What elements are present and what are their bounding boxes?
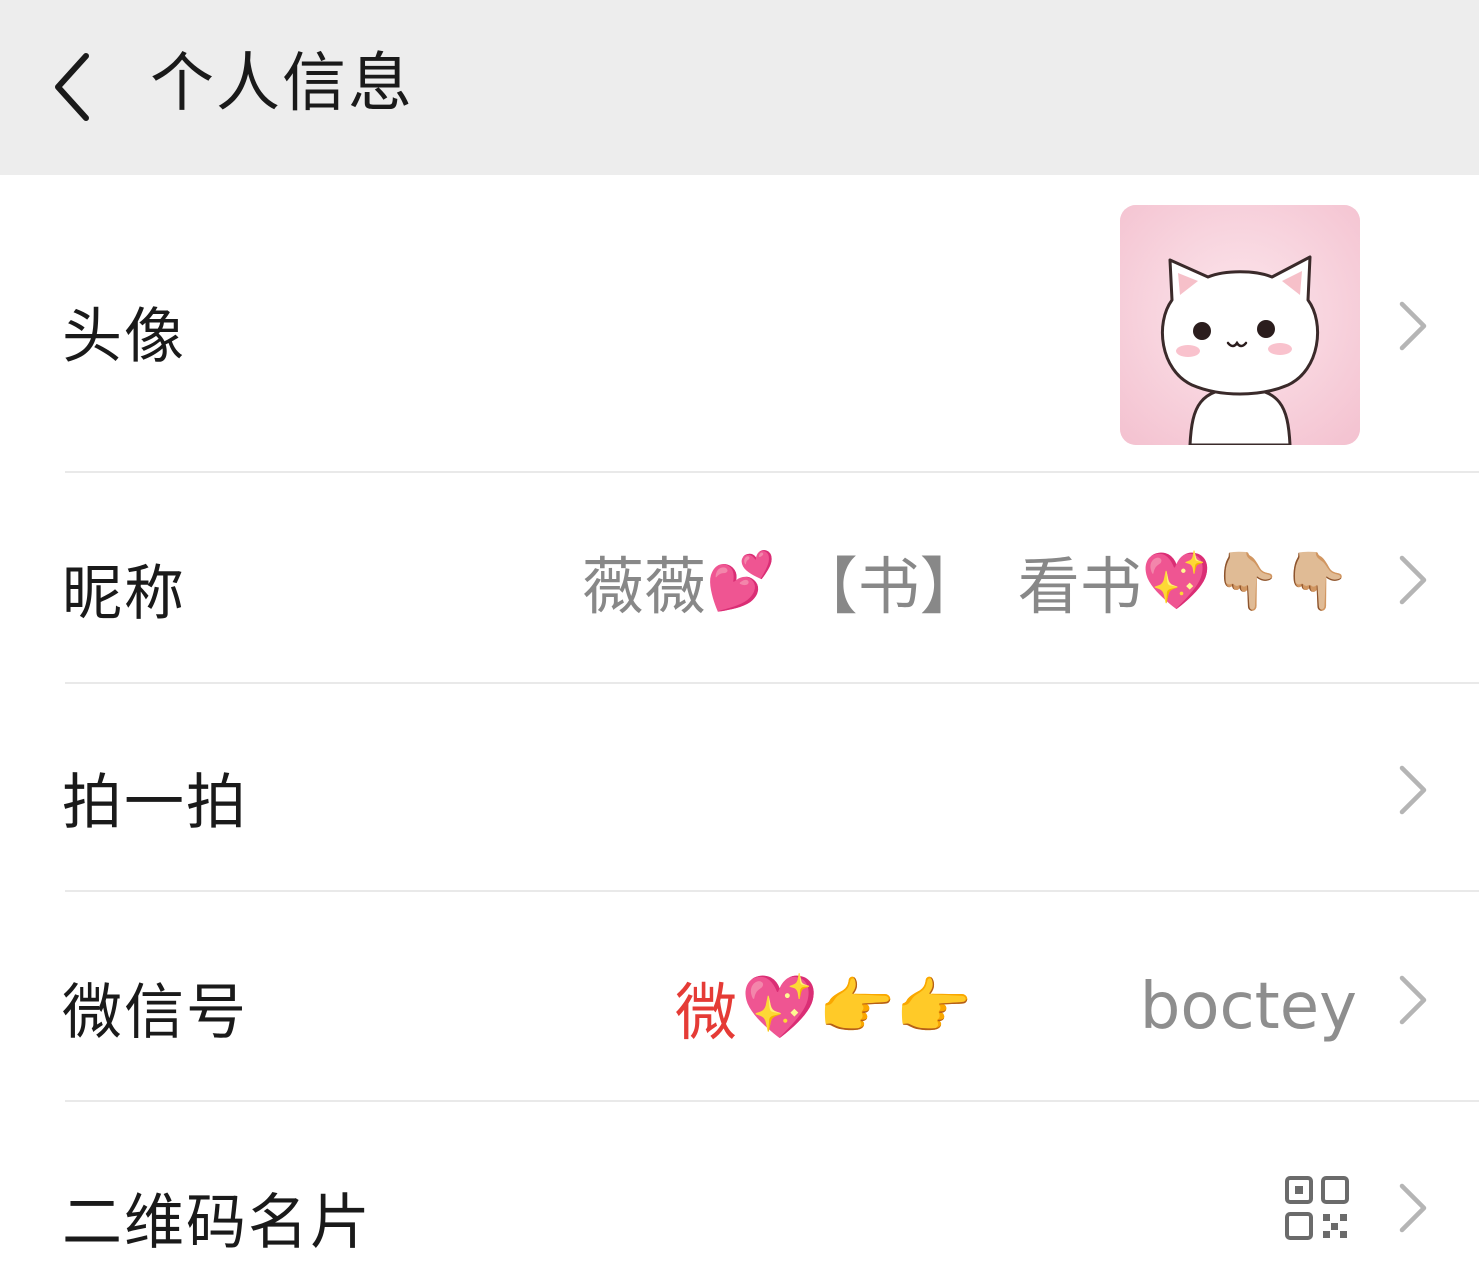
row-label-pat: 拍一拍 (62, 768, 248, 838)
nickname-text: 薇薇 (582, 550, 707, 623)
chevron-left-icon (55, 53, 89, 121)
row-label-wechat-id: 微信号 (62, 978, 248, 1048)
row-label-nickname: 昵称 (62, 559, 186, 629)
chevron-right-icon (1399, 765, 1427, 815)
wei-character: 微 (675, 976, 738, 1049)
top-bar: 个人信息 (0, 0, 1479, 175)
row-pat[interactable]: 拍一拍 (0, 684, 1479, 890)
row-qr-card[interactable]: 二维码名片 (0, 1102, 1479, 1280)
nickname-value: 薇薇 💕 【书】 看书 💖👇🏼👇🏼 (582, 536, 1351, 626)
chevron-right-icon (1399, 555, 1427, 605)
heart-pointing-right-icons: 💖👉👉 (741, 970, 973, 1043)
wechat-id-decoration: 微 💖👉👉 (675, 962, 973, 1052)
cat-avatar-image (1120, 205, 1360, 445)
row-label-qr-card: 二维码名片 (62, 1188, 372, 1258)
two-hearts-icon: 💕 (706, 549, 776, 614)
chevron-right-icon (1399, 975, 1427, 1025)
back-button[interactable] (40, 40, 110, 130)
wechat-id-value: boctey (1139, 970, 1357, 1044)
qr-code-icon (1285, 1176, 1349, 1240)
nickname-text-2: 看书 (1017, 550, 1142, 623)
page-title: 个人信息 (150, 47, 414, 121)
chevron-right-icon (1399, 301, 1427, 351)
chevron-right-icon (1399, 1183, 1427, 1233)
row-label-avatar: 头像 (62, 302, 186, 372)
personal-info-page: 个人信息 头像 昵称 薇薇 💕 【书】 看书 💖👇🏼👇🏼 拍一拍 微信号 微 💖… (0, 0, 1479, 1280)
avatar[interactable] (1120, 205, 1360, 445)
sparkling-heart-pointing-down-icons: 💖👇🏼👇🏼 (1141, 549, 1351, 614)
nickname-bracket-text: 【书】 (795, 550, 982, 623)
